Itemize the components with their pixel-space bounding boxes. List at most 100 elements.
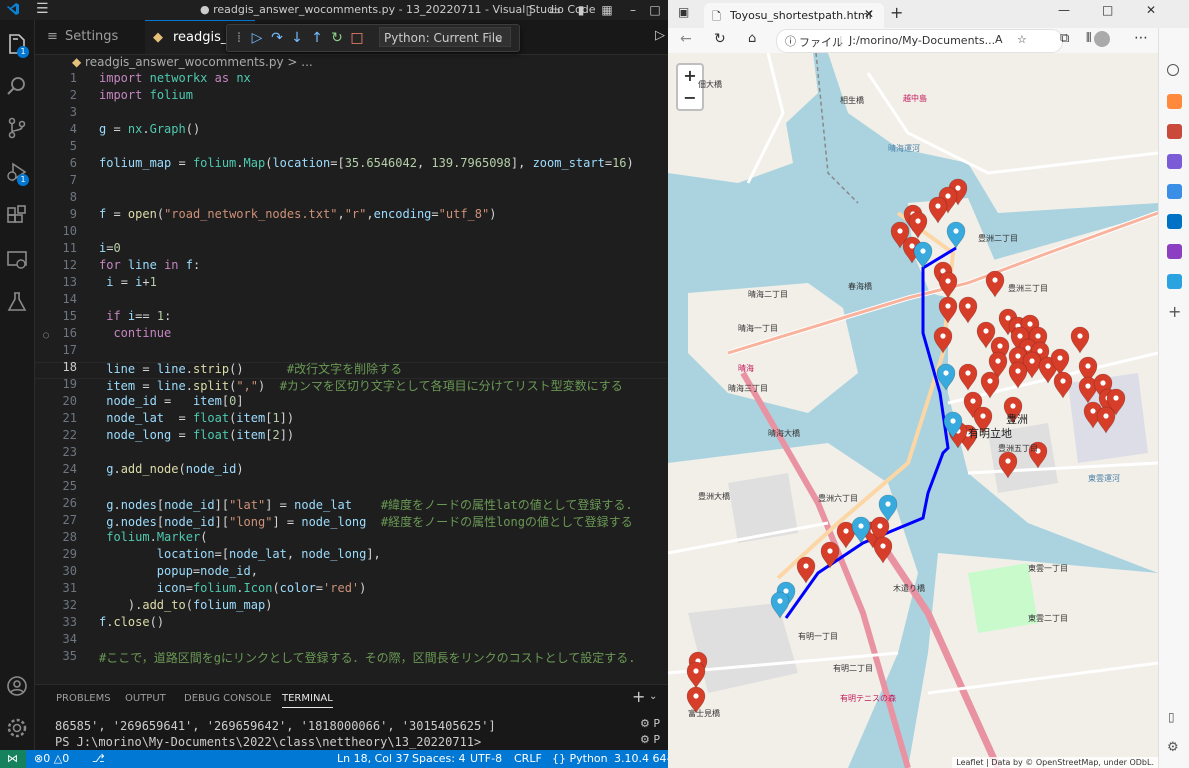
map-canvas[interactable] xyxy=(668,53,1158,768)
account-icon[interactable] xyxy=(5,674,29,698)
layout-custom-icon[interactable]: ▦ xyxy=(594,0,620,20)
maximize-icon[interactable]: □ xyxy=(642,0,668,20)
panel-tab-debug-console[interactable]: DEBUG CONSOLE xyxy=(184,693,272,704)
settings-gear-icon[interactable] xyxy=(5,716,29,740)
more-menu-icon[interactable]: ⋯ xyxy=(1134,30,1148,46)
url-field[interactable]: ⓘ ファイル | J:/morino/My-Documents... A ☆ xyxy=(776,29,1063,53)
encoding[interactable]: UTF-8 xyxy=(470,752,502,765)
tab-close-icon[interactable]: ✕ xyxy=(864,7,874,21)
code-line-29: location=[node_lat, node_long], xyxy=(156,547,381,561)
tab-actions-icon[interactable]: ▣ xyxy=(678,5,689,19)
url-prefix: ファイル xyxy=(799,36,843,49)
code-line-13: i = i+1 xyxy=(106,275,157,289)
shopping-icon[interactable] xyxy=(1167,94,1182,109)
menu-icon[interactable]: ☰ xyxy=(36,1,49,17)
tab-settings[interactable]: ≡ Settings xyxy=(35,20,146,54)
code-line-20: node_id = item[0] xyxy=(106,394,244,408)
indentation[interactable]: Spaces: 4 xyxy=(412,752,465,765)
restart-icon[interactable]: ↻ xyxy=(327,28,347,48)
games-icon[interactable] xyxy=(1167,154,1182,169)
debug-toolbar: ⁞ ▷ ↷ ↓ ↑ ↻ □ Python: Current File ⌄ xyxy=(226,24,520,52)
remote-explorer-icon[interactable] xyxy=(5,248,29,272)
edge-window: ▣ 🗋 Toyosu_shortestpath.html ✕ + — □ ✕ ←… xyxy=(668,0,1189,768)
search-icon[interactable] xyxy=(5,74,29,98)
read-aloud-icon[interactable]: A xyxy=(995,33,1003,46)
minimize-icon[interactable]: — xyxy=(1058,3,1070,17)
close-icon[interactable]: ✕ xyxy=(1146,3,1156,17)
split-screen-icon[interactable]: ⫴ xyxy=(1086,31,1091,46)
cursor-position[interactable]: Ln 18, Col 37 xyxy=(337,752,410,765)
search-icon[interactable] xyxy=(1167,64,1179,76)
maximize-icon[interactable]: □ xyxy=(1102,3,1113,17)
testing-icon[interactable] xyxy=(5,290,29,314)
favorites-star-icon[interactable]: ☆ xyxy=(1017,33,1027,46)
terminal-instance-icon[interactable]: ⚙ P xyxy=(640,717,660,730)
new-tab-icon[interactable]: + xyxy=(890,3,903,22)
panel-tab-terminal[interactable]: TERMINAL xyxy=(282,693,333,708)
panel-tab-output[interactable]: OUTPUT xyxy=(125,693,166,704)
block-area-3 xyxy=(728,473,798,543)
language-mode[interactable]: {} Python xyxy=(552,752,608,765)
zoom-out-button[interactable]: − xyxy=(676,87,704,111)
add-sidebar-icon[interactable]: + xyxy=(1168,302,1181,321)
run-file-icon[interactable]: ▷ xyxy=(655,28,665,43)
map-label-ariake-tennis: 有明テニスの森 xyxy=(840,694,896,703)
source-control-icon[interactable] xyxy=(5,116,29,140)
file-info-icon: ⓘ xyxy=(785,35,796,48)
new-terminal-icon[interactable]: + xyxy=(632,687,645,706)
home-icon[interactable]: ⌂ xyxy=(748,31,756,46)
stop-icon[interactable]: □ xyxy=(347,28,367,48)
code-line-4: g = nx.Graph() xyxy=(99,122,201,136)
code-line-30: popup=node_id, xyxy=(156,564,258,578)
debug-badge: 1 xyxy=(17,174,29,186)
extensions-icon[interactable]: ⧉ xyxy=(1060,31,1069,46)
line-number: 17 xyxy=(62,343,77,357)
breadcrumb[interactable]: ◆ readgis_answer_wocomments.py > ... xyxy=(72,55,313,69)
folium-map[interactable]: + − 佃大橋 相生橋 越中島 晴海一丁目 晴海二丁目 晴海三丁目 晴海大橋 豊… xyxy=(668,53,1158,768)
code-line-1: import networkx as nx xyxy=(99,71,251,85)
extensions-icon[interactable] xyxy=(5,204,29,228)
remote-indicator[interactable]: ⋈ xyxy=(0,750,26,768)
layout-panel-icon[interactable]: ▭ xyxy=(542,0,568,20)
continue-icon[interactable]: ▷ xyxy=(247,28,267,48)
window-title: ● readgis_answer_wocomments.py - 13_2022… xyxy=(200,3,596,16)
code-line-27: g.nodes[node_id]["long"] = node_long #経度… xyxy=(106,515,633,529)
back-icon[interactable]: ← xyxy=(680,31,692,47)
breakpoint-hint-icon[interactable]: ○ xyxy=(43,330,49,341)
office-icon[interactable] xyxy=(1167,184,1182,199)
line-number: 27 xyxy=(62,513,77,527)
outlook-icon[interactable] xyxy=(1167,214,1182,229)
send-icon[interactable] xyxy=(1167,274,1182,289)
refresh-icon[interactable]: ↻ xyxy=(714,31,726,47)
profile-avatar[interactable] xyxy=(1094,31,1110,47)
line-number: 3 xyxy=(69,105,77,119)
step-out-icon[interactable]: ↑ xyxy=(307,28,327,48)
layout-aux-icon[interactable]: ▮ xyxy=(568,0,594,20)
drag-handle-icon[interactable]: ⁞ xyxy=(229,28,249,48)
step-into-icon[interactable]: ↓ xyxy=(287,28,307,48)
code-line-2: import folium xyxy=(99,88,193,102)
debug-status-icon[interactable]: ⎇ xyxy=(92,752,105,765)
code-editor[interactable]: 1 2 3 4 5 6 7 8 9 10 11 12 13 14 15 16 17 18 19 20 21 22 23 24 2… xyxy=(35,71,668,683)
designer-icon[interactable] xyxy=(1167,244,1182,259)
browser-tab[interactable]: 🗋 Toyosu_shortestpath.html ✕ xyxy=(704,3,884,28)
terminal-line-2[interactable]: PS J:\morino\My-Documents\2022\class\net… xyxy=(55,735,481,749)
problems-status[interactable]: ⊗0 △0 xyxy=(34,752,69,765)
terminal-instance-icon-2[interactable]: ⚙ P xyxy=(640,733,660,746)
python-version[interactable]: 3.10.4 64-b xyxy=(614,752,668,765)
sidebar-toggle-icon[interactable]: ▯ xyxy=(1168,710,1175,724)
map-label-toyosu-2: 豊洲二丁目 xyxy=(978,234,1018,243)
panel-tab-problems[interactable]: PROBLEMS xyxy=(56,693,111,704)
sidebar-settings-icon[interactable]: ⚙ xyxy=(1167,740,1179,755)
layout-sidebar-icon[interactable]: ▯ xyxy=(516,0,542,20)
debug-config-select[interactable]: Python: Current File ⌄ xyxy=(379,27,511,47)
map-label-tsukudaohashi: 佃大橋 xyxy=(698,80,722,89)
map-attribution[interactable]: Leaflet | Data by © OpenStreetMap, under… xyxy=(952,757,1158,768)
code-line-32: ).add_to(folium_map) xyxy=(99,598,273,612)
terminal-dropdown-icon[interactable]: ⌄ xyxy=(649,691,657,702)
tools-icon[interactable] xyxy=(1167,124,1182,139)
eol[interactable]: CRLF xyxy=(514,752,542,765)
map-label-shinonome-canal: 東雲運河 xyxy=(1088,474,1120,483)
step-over-icon[interactable]: ↷ xyxy=(267,28,287,48)
code-line-15: if i== 1: xyxy=(106,309,172,323)
